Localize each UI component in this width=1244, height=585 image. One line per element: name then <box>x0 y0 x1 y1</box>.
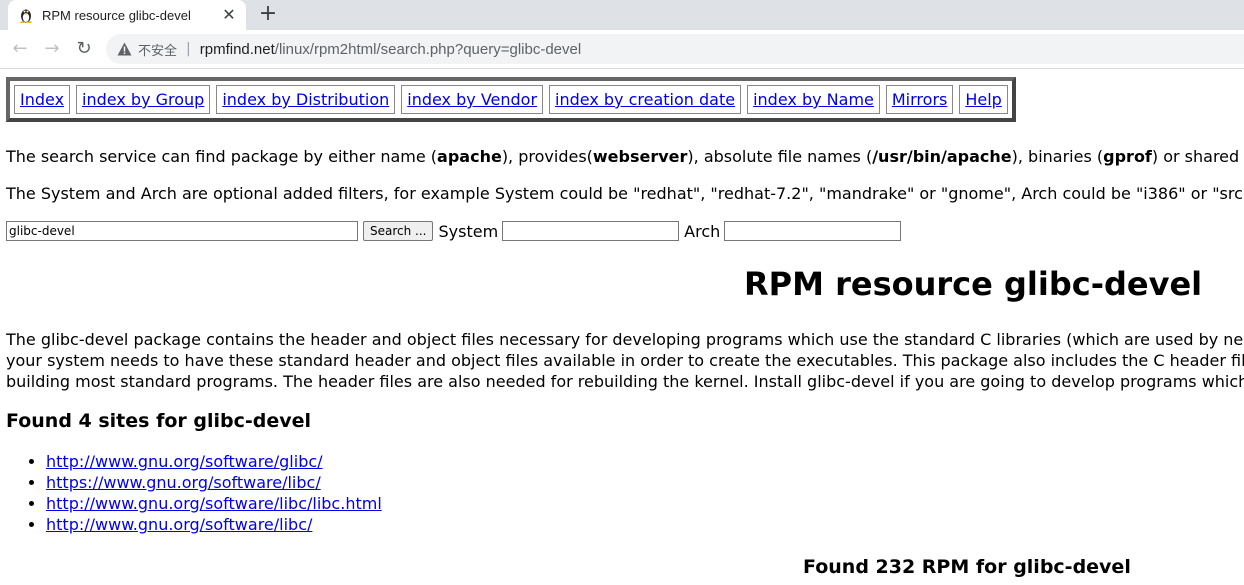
sites-heading: Found 4 sites for glibc-devel <box>6 410 312 432</box>
separator: | <box>186 41 191 57</box>
system-input[interactable] <box>502 221 680 241</box>
nav-link-group[interactable]: index by Group <box>82 90 204 109</box>
list-item: http://www.gnu.org/software/libc/libc.ht… <box>46 493 382 514</box>
list-item: http://www.gnu.org/software/glibc/ <box>46 451 382 472</box>
description-line: building most standard programs. The hea… <box>6 372 1244 391</box>
nav-link-distribution[interactable]: index by Distribution <box>222 90 389 109</box>
site-link[interactable]: http://www.gnu.org/software/glibc/ <box>46 452 323 471</box>
tux-favicon-icon <box>18 7 34 23</box>
url-path: /linux/rpm2html/search.php?query=glibc-d… <box>274 40 582 58</box>
search-button[interactable]: Search ... <box>363 221 434 241</box>
back-arrow-icon[interactable]: ← <box>9 38 31 60</box>
address-bar[interactable]: 不安全 | rpmfind.net/linux/rpm2html/search.… <box>106 34 1244 64</box>
site-link[interactable]: http://www.gnu.org/software/libc/ <box>46 515 312 534</box>
list-item: https://www.gnu.org/software/libc/ <box>46 472 382 493</box>
arch-input[interactable] <box>724 221 902 241</box>
system-label: System <box>438 221 499 241</box>
forward-arrow-icon[interactable]: → <box>41 38 63 60</box>
search-help-text: The search service can find package by e… <box>6 147 1244 166</box>
nav-cell-help: Help <box>959 85 1008 114</box>
nav-link-mirrors[interactable]: Mirrors <box>892 90 947 109</box>
security-label[interactable]: 不安全 <box>138 40 177 59</box>
page-title: RPM resource glibc-devel <box>744 265 1203 303</box>
query-input[interactable] <box>6 221 358 241</box>
nav-link-name[interactable]: index by Name <box>753 90 874 109</box>
description-line: your system needs to have these standard… <box>6 351 1244 370</box>
filter-help-text: The System and Arch are optional added f… <box>6 184 1244 203</box>
url-text[interactable]: rpmfind.net/linux/rpm2html/search.php?qu… <box>200 41 581 58</box>
nav-link-vendor[interactable]: index by Vendor <box>407 90 537 109</box>
page-content: Index index by Group index by Distributi… <box>0 69 1244 585</box>
new-tab-button[interactable]: + <box>256 3 280 27</box>
sites-list: http://www.gnu.org/software/glibc/ https… <box>6 451 382 535</box>
url-host: rpmfind.net <box>199 40 275 58</box>
browser-toolbar: ← → ↻ 不安全 | rpmfind.net/linux/rpm2html/s… <box>0 30 1244 69</box>
description-line: The glibc-devel package contains the hea… <box>6 330 1244 349</box>
browser-tab[interactable]: RPM resource glibc-devel ✕ <box>8 0 246 30</box>
nav-link-creation-date[interactable]: index by creation date <box>555 90 735 109</box>
warning-triangle-icon[interactable] <box>116 41 132 57</box>
nav-cell-name: index by Name <box>747 85 880 114</box>
nav-cell-distribution: index by Distribution <box>216 85 396 114</box>
rpm-count-heading: Found 232 RPM for glibc-devel <box>803 556 1131 578</box>
nav-link-index[interactable]: Index <box>20 90 64 109</box>
site-link[interactable]: http://www.gnu.org/software/libc/libc.ht… <box>46 494 382 513</box>
nav-cell-group: index by Group <box>76 85 211 114</box>
nav-table: Index index by Group index by Distributi… <box>6 77 1016 122</box>
list-item: http://www.gnu.org/software/libc/ <box>46 514 382 535</box>
site-link[interactable]: https://www.gnu.org/software/libc/ <box>46 473 321 492</box>
package-description: The glibc-devel package contains the hea… <box>6 329 1244 392</box>
reload-icon[interactable]: ↻ <box>73 38 95 60</box>
close-tab-icon[interactable]: ✕ <box>220 6 238 24</box>
tab-strip: RPM resource glibc-devel ✕ + <box>0 0 1244 30</box>
nav-cell-index: Index <box>14 85 71 114</box>
nav-cell-date: index by creation date <box>549 85 742 114</box>
nav-cell-mirrors: Mirrors <box>885 85 954 114</box>
search-form: Search ... System Arch <box>6 220 902 242</box>
nav-cell-vendor: index by Vendor <box>401 85 544 114</box>
arch-label: Arch <box>684 221 721 241</box>
nav-link-help[interactable]: Help <box>965 90 1001 109</box>
tab-title: RPM resource glibc-devel <box>42 7 191 23</box>
